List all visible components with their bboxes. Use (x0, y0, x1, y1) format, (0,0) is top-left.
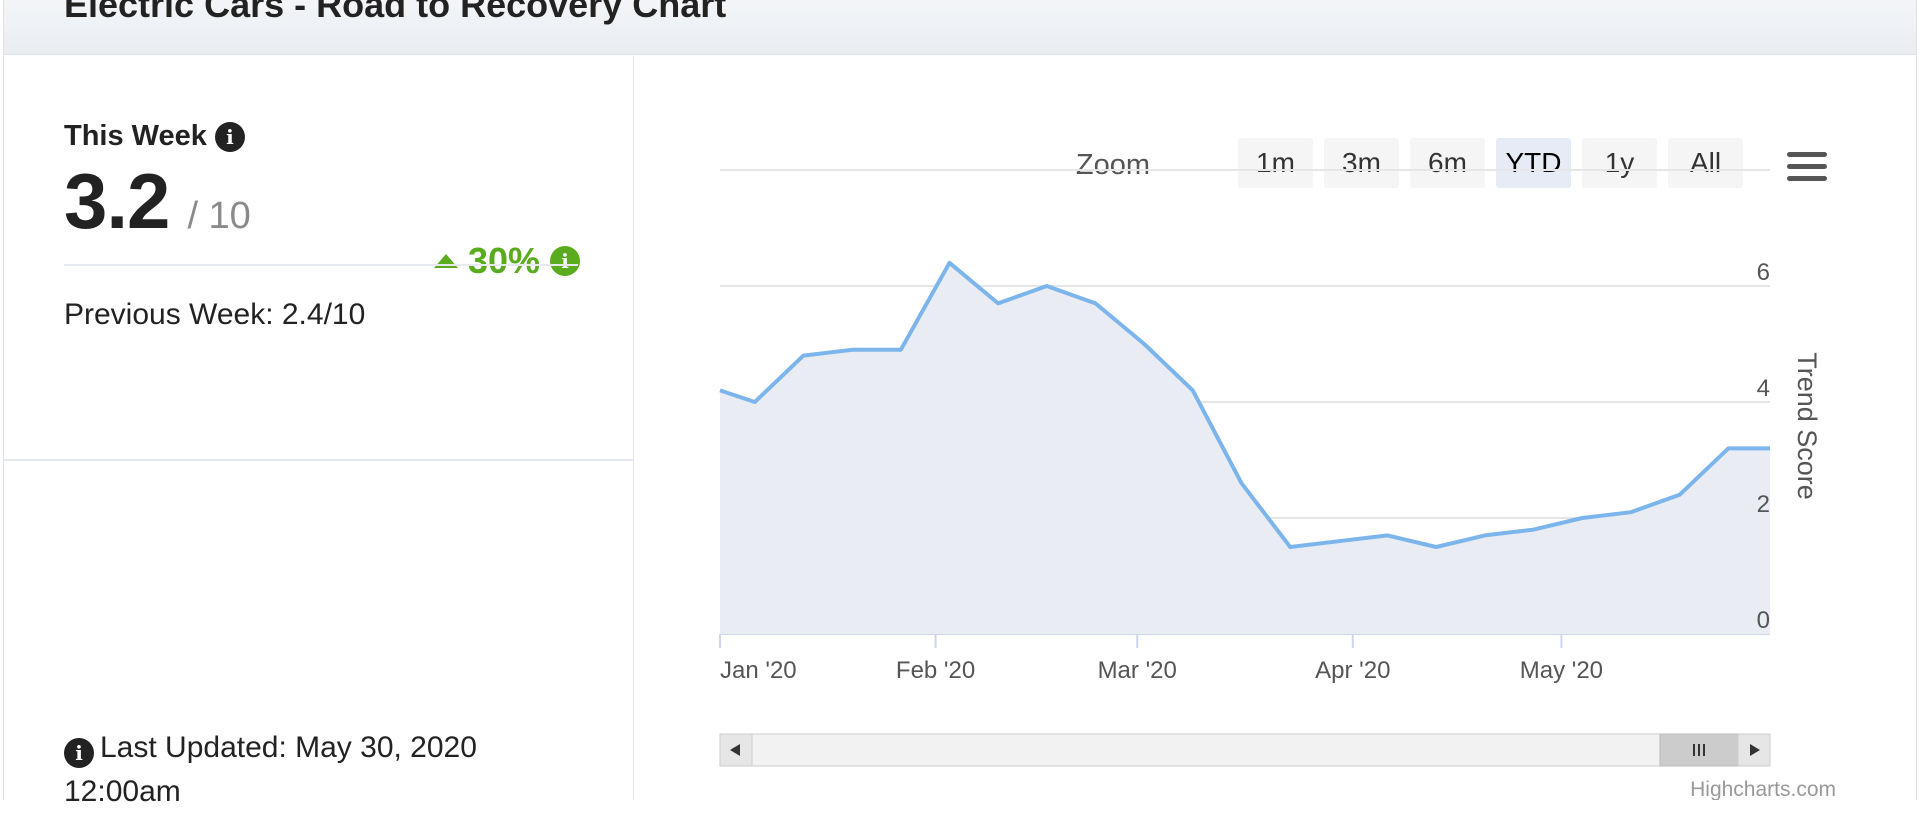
y-tick-label: 0 (1757, 607, 1770, 634)
x-tick-label: Mar '20 (1098, 657, 1177, 684)
zoom-6m-label: 6m (1428, 147, 1467, 178)
change-indicator: 30% i (434, 240, 581, 282)
previous-week: Previous Week: 2.4/10 (64, 298, 366, 331)
y-tick-label: 6 (1757, 259, 1770, 286)
x-tick-label: Jan '20 (720, 657, 797, 684)
info-icon[interactable]: i (214, 121, 245, 152)
x-tick-label: Feb '20 (896, 657, 975, 684)
change-percent: 30% (468, 240, 541, 281)
app-frame: Electric Cars - Road to Recovery Chart T… (3, 0, 1918, 808)
scrollbar-track[interactable] (719, 733, 1771, 767)
divider (64, 264, 578, 266)
zoom-1y-label: 1y (1605, 147, 1635, 178)
this-week-label: This Week (64, 120, 207, 152)
page-title: Electric Cars - Road to Recovery Chart (64, 0, 727, 25)
summary-top: This Week i 3.2 / 10 30% i Previous Week… (4, 56, 634, 461)
last-updated-text: Last Updated: May 30, 2020 12:00am (64, 731, 477, 808)
chart-header: Electric Cars - Road to Recovery Chart (4, 0, 1916, 55)
series-area (720, 262, 1770, 634)
zoom-all-label: All (1690, 147, 1721, 178)
this-week-heading: This Week i (64, 120, 245, 153)
zoom-button-group: 1m 3m 6m YTD 1y All (1238, 138, 1743, 188)
x-axis: Jan '20 Feb '20 Mar '20 Apr '20 May '20 (719, 634, 1603, 684)
zoom-1m-label: 1m (1256, 147, 1295, 178)
x-tick-label: May '20 (1520, 657, 1603, 684)
score-value: 3.2 (64, 157, 170, 245)
zoom-ytd-label: YTD (1506, 147, 1562, 178)
trend-chart: Zoom 1m 3m 6m YTD 1y All 0 2 4 6 Trend Score Jan… (719, 138, 1836, 800)
info-icon: i (64, 738, 94, 768)
x-tick-label: Apr '20 (1315, 657, 1390, 684)
zoom-label: Zoom (1076, 149, 1150, 181)
y-axis-title: Trend Score (1792, 352, 1822, 500)
credits-link[interactable]: Highcharts.com (1690, 778, 1836, 800)
y-tick-label: 2 (1757, 491, 1770, 518)
summary-panel: This Week i 3.2 / 10 30% i Previous Week… (4, 56, 634, 808)
score-max: / 10 (187, 195, 251, 237)
zoom-3m-label: 3m (1342, 147, 1381, 178)
score-display: 3.2 / 10 (64, 156, 251, 247)
navigator-scrollbar[interactable] (719, 733, 1771, 767)
grip-icon (1693, 744, 1705, 756)
y-tick-label: 4 (1757, 375, 1770, 402)
info-icon[interactable]: i (550, 246, 581, 276)
hamburger-menu-icon[interactable] (1787, 150, 1827, 184)
chart-panel: Zoom 1m 3m 6m YTD 1y All 0 2 4 6 Trend Score Jan… (636, 56, 1918, 800)
last-updated: i Last Updated: May 30, 2020 12:00am (64, 726, 584, 814)
